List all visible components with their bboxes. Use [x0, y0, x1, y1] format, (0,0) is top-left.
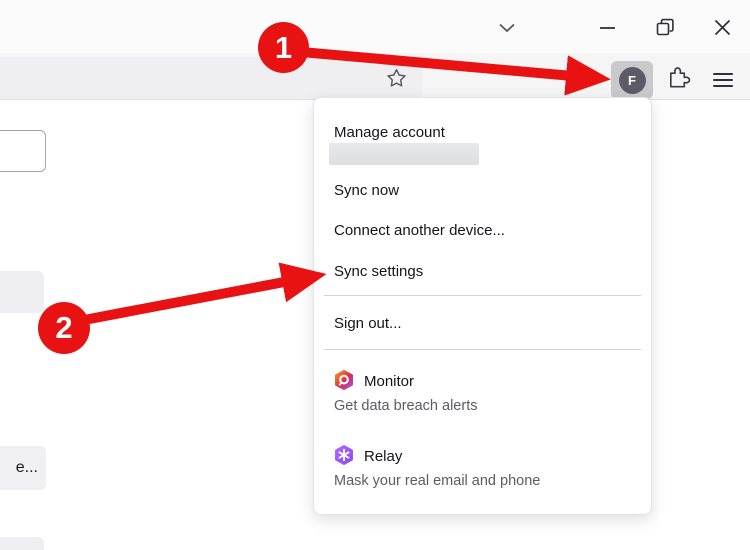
menu-item-relay[interactable]: Relay [364, 447, 402, 467]
url-bar[interactable] [0, 57, 422, 99]
menu-item-sign-out[interactable]: Sign out... [334, 314, 402, 334]
avatar-initial: F [628, 73, 636, 88]
menu-item-sync-settings[interactable]: Sync settings [334, 262, 423, 282]
menu-item-manage-account[interactable]: Manage account [334, 123, 445, 143]
relay-icon [334, 445, 354, 465]
menu-item-sync-now[interactable]: Sync now [334, 181, 399, 201]
hamburger-icon [713, 73, 733, 75]
browser-window: F e... Manage account Sync now Connect a… [0, 0, 750, 550]
app-menu-button[interactable] [710, 68, 736, 92]
minimize-icon [600, 26, 616, 30]
minimize-button[interactable] [593, 13, 623, 43]
step-2-badge: 2 [38, 302, 90, 354]
page-input-fragment[interactable] [0, 130, 46, 172]
restore-icon [656, 18, 675, 37]
star-icon [385, 67, 408, 94]
menu-item-monitor[interactable]: Monitor [364, 372, 414, 392]
chevron-down-icon [499, 23, 515, 33]
bookmark-star-button[interactable] [382, 66, 410, 94]
menu-separator [324, 295, 641, 296]
step-2-number: 2 [55, 310, 72, 346]
page-block-fragment [0, 271, 44, 313]
puzzle-piece-icon [666, 65, 691, 95]
extensions-button[interactable] [664, 66, 692, 94]
avatar: F [619, 67, 646, 94]
arrow-2-to-sync-settings [84, 279, 300, 320]
redacted-account-email [329, 143, 479, 165]
close-icon [714, 19, 731, 36]
restore-button[interactable] [650, 12, 680, 42]
relay-description: Mask your real email and phone [334, 471, 540, 491]
close-button[interactable] [707, 12, 737, 42]
account-avatar-button[interactable]: F [611, 61, 653, 99]
monitor-description: Get data breach alerts [334, 396, 477, 416]
account-menu-panel: Manage account Sync now Connect another … [313, 97, 652, 515]
tab-list-button[interactable] [492, 13, 522, 43]
monitor-icon [334, 370, 354, 390]
truncated-button-label: e... [16, 459, 38, 477]
step-1-number: 1 [275, 30, 292, 66]
step-1-badge: 1 [258, 22, 309, 73]
menu-item-connect-another-device[interactable]: Connect another device... [334, 221, 505, 241]
page-block-fragment-bottom [0, 537, 44, 550]
titlebar [0, 0, 750, 53]
truncated-page-button[interactable]: e... [0, 446, 46, 490]
menu-separator [324, 349, 641, 350]
